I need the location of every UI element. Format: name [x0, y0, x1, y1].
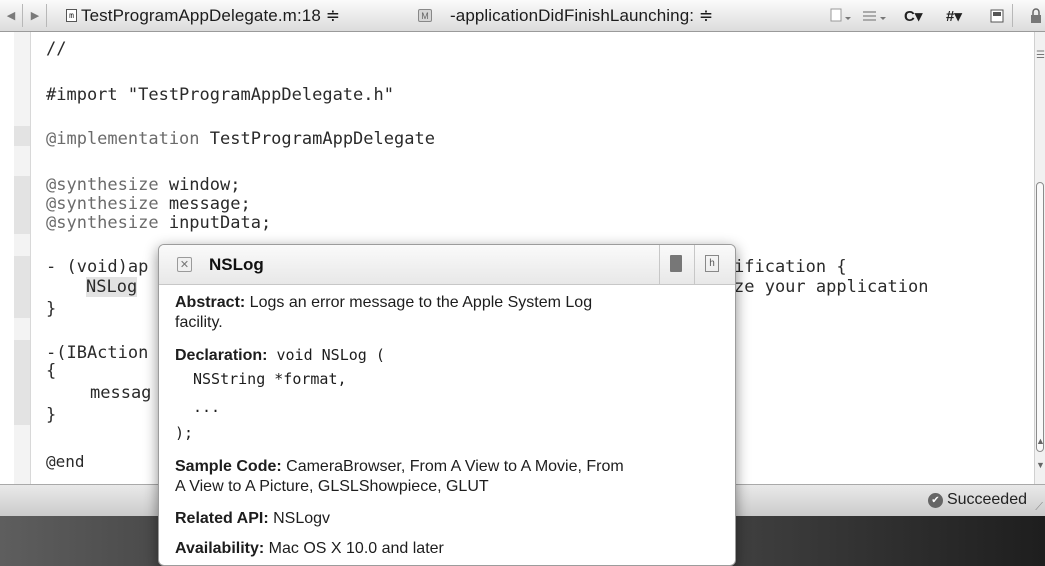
- code-line: }: [46, 299, 57, 319]
- doc-menu-icon[interactable]: [830, 0, 852, 31]
- declaration-param: NSString *format,: [193, 370, 347, 388]
- code-line: -(IBAction: [46, 343, 149, 363]
- vertical-scrollbar[interactable]: ☰ ▲ ▼: [1034, 32, 1045, 484]
- fold-ribbon: [14, 256, 30, 318]
- documentation-book-icon[interactable]: [670, 255, 682, 272]
- availability-line: Availability: Mac OS X 10.0 and later: [175, 539, 444, 559]
- declaration-label: Declaration:: [175, 347, 268, 364]
- declaration-ellipsis: ...: [193, 398, 221, 416]
- split-editor-icon[interactable]: [990, 0, 1004, 31]
- abstract-line: facility.: [175, 314, 223, 331]
- counterparts-menu-button[interactable]: C▾: [904, 0, 922, 31]
- build-status-label: Succeeded: [946, 491, 1027, 508]
- code-keyword: @synthesize: [46, 213, 159, 233]
- file-breadcrumb-label: TestProgramAppDelegate.m:18 ≑: [81, 5, 341, 25]
- code-line: @synthesize message;: [46, 195, 251, 214]
- highlighted-symbol[interactable]: NSLog: [86, 277, 138, 297]
- sample-code-links[interactable]: A View to A Picture, GLSLShowpiece, GLUT: [175, 477, 489, 497]
- resize-grip-icon[interactable]: ⟋: [1035, 501, 1043, 514]
- code-text: inputData;: [158, 213, 272, 233]
- divider: [1012, 4, 1013, 27]
- fold-ribbon: [14, 126, 30, 146]
- scrollbar-thumb[interactable]: [1036, 182, 1044, 452]
- code-line: @end: [46, 452, 85, 471]
- related-api-label: Related API:: [175, 510, 269, 527]
- code-keyword: @implementation: [46, 129, 200, 149]
- availability-label: Availability:: [175, 540, 265, 557]
- divider: [659, 245, 660, 285]
- objc-file-icon: m: [66, 9, 77, 22]
- code-line: ze your application: [734, 277, 929, 297]
- related-api-link[interactable]: NSLogv: [269, 510, 330, 527]
- quick-help-header: ✕ NSLog h: [159, 245, 735, 285]
- scroll-up-arrow-icon[interactable]: ▲: [1036, 436, 1045, 446]
- file-breadcrumb[interactable]: m TestProgramAppDelegate.m:18 ≑: [66, 0, 340, 31]
- declaration-close: );: [175, 424, 194, 442]
- divider: [46, 4, 47, 27]
- code-line: ification {: [734, 257, 847, 277]
- code-text: TestProgramAppDelegate: [199, 129, 435, 149]
- forward-arrow-icon[interactable]: ▶: [28, 0, 42, 31]
- back-arrow-icon[interactable]: ◀: [4, 0, 18, 31]
- code-keyword: @synthesize: [46, 175, 159, 195]
- method-breadcrumb-label: -applicationDidFinishLaunching: ≑: [450, 5, 714, 25]
- declaration-line: Declaration: void NSLog (: [175, 345, 385, 366]
- code-line: {: [46, 361, 57, 381]
- code-line: #import "TestProgramAppDelegate.h": [46, 85, 394, 105]
- success-icon: ✔: [927, 492, 943, 508]
- sample-code-label: Sample Code:: [175, 458, 282, 475]
- list-icon[interactable]: ☰: [1036, 50, 1045, 61]
- divider: [694, 245, 695, 285]
- abstract-label: Abstract:: [175, 294, 246, 311]
- code-line: messag: [90, 383, 152, 403]
- code-line: //: [46, 39, 67, 59]
- availability-text: Mac OS X 10.0 and later: [264, 540, 444, 557]
- sample-code-links[interactable]: CameraBrowser, From A View to A Movie, F…: [282, 458, 624, 475]
- abstract-line: Abstract: Logs an error message to the A…: [175, 293, 592, 313]
- method-icon: M: [418, 9, 432, 22]
- declaration-signature: void NSLog (: [267, 346, 385, 364]
- divider: [22, 4, 23, 27]
- build-status: ✔ Succeeded: [927, 491, 1027, 509]
- close-icon[interactable]: ✕: [177, 257, 192, 272]
- fold-ribbon: [14, 340, 30, 425]
- code-keyword: @synthesize: [46, 194, 159, 214]
- code-text: window;: [158, 175, 241, 195]
- sample-code-line: Sample Code: CameraBrowser, From A View …: [175, 457, 624, 477]
- scroll-down-arrow-icon[interactable]: ▼: [1036, 460, 1045, 470]
- quick-help-popover: ✕ NSLog h Abstract: Logs an error messag…: [158, 244, 736, 566]
- method-breadcrumb[interactable]: M -applicationDidFinishLaunching: ≑: [418, 0, 713, 31]
- code-line: @implementation TestProgramAppDelegate: [46, 130, 435, 149]
- code-line: - (void)ap: [46, 257, 149, 277]
- code-line: @synthesize inputData;: [46, 214, 271, 233]
- abstract-text: Logs an error message to the Apple Syste…: [245, 294, 593, 311]
- related-api-line: Related API: NSLogv: [175, 509, 330, 529]
- quick-help-title: NSLog: [209, 255, 264, 274]
- code-line: @synthesize window;: [46, 176, 240, 195]
- includes-menu-button[interactable]: #▾: [946, 0, 962, 31]
- lock-icon[interactable]: [1030, 0, 1042, 31]
- header-file-icon[interactable]: h: [705, 255, 719, 272]
- lines-menu-icon[interactable]: [862, 0, 888, 31]
- jump-bar: ◀ ▶ m TestProgramAppDelegate.m:18 ≑ M -a…: [0, 0, 1045, 32]
- code-text: message;: [158, 194, 251, 214]
- fold-ribbon: [14, 176, 30, 234]
- code-line: }: [46, 405, 57, 425]
